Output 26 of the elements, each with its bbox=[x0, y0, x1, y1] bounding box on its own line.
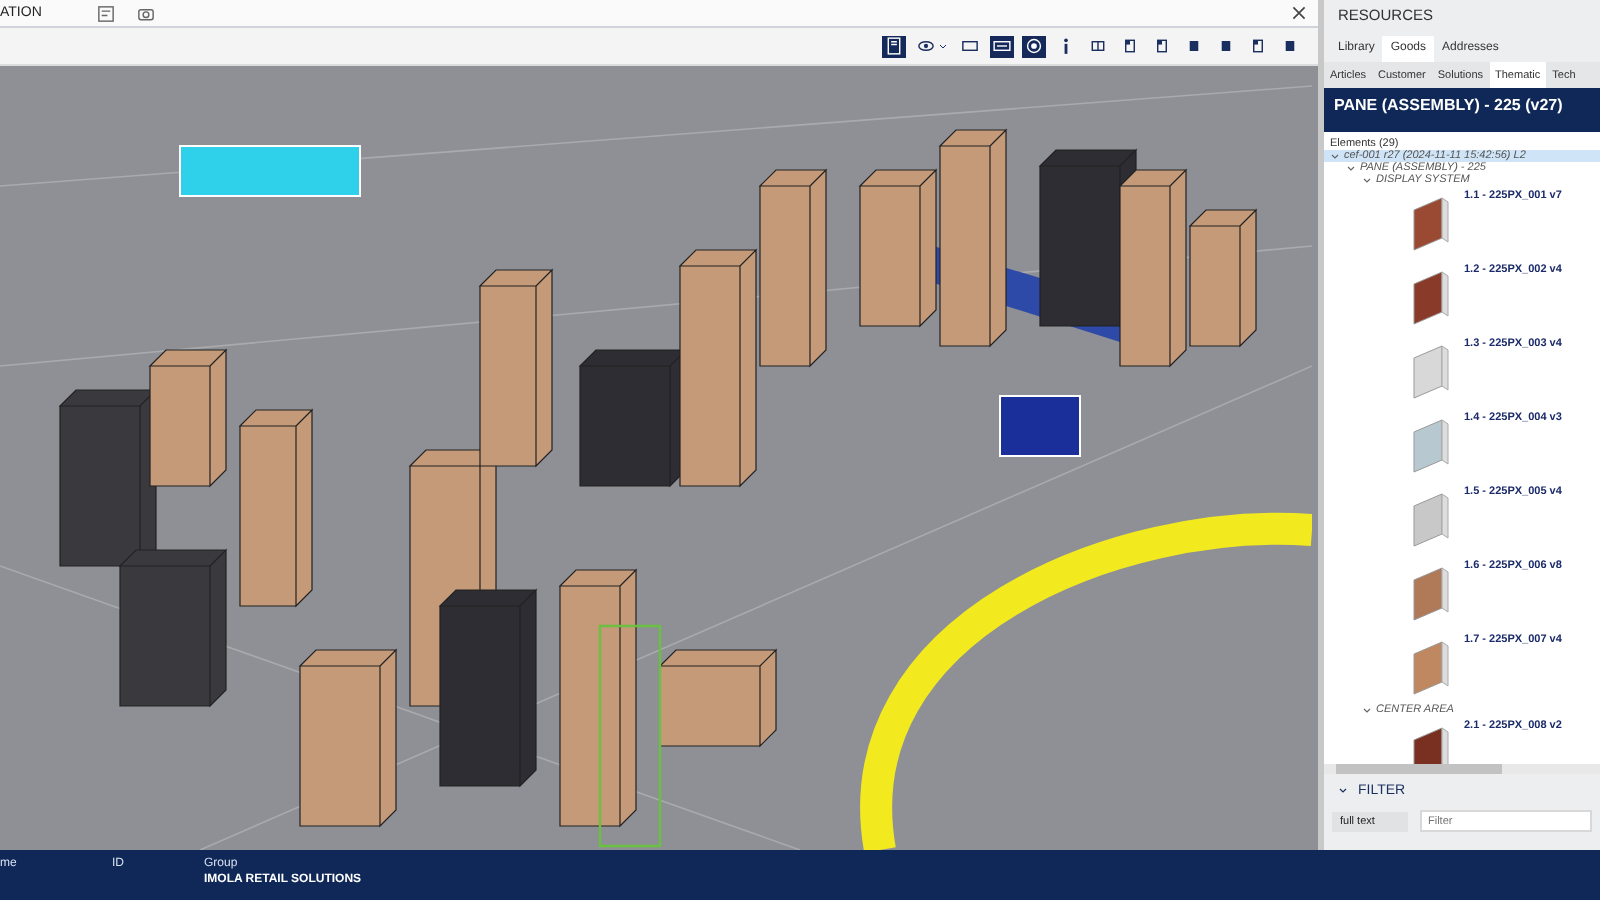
panel-icon bbox=[1088, 36, 1108, 56]
page-icon bbox=[1120, 36, 1140, 56]
toolbar-button[interactable] bbox=[1022, 35, 1046, 57]
close-icon bbox=[1292, 6, 1306, 20]
chevron-icon[interactable] bbox=[1362, 705, 1372, 715]
scrollbar-thumb[interactable] bbox=[1336, 764, 1502, 774]
form-icon bbox=[95, 3, 116, 23]
page-icon bbox=[1248, 36, 1268, 56]
width-icon bbox=[992, 36, 1012, 56]
square-icon bbox=[1216, 36, 1236, 56]
title-action-button[interactable] bbox=[93, 2, 118, 24]
camera-icon bbox=[135, 3, 156, 23]
chevron-icon[interactable] bbox=[1362, 175, 1372, 185]
frame-icon bbox=[960, 36, 980, 56]
chevron-icon[interactable] bbox=[1346, 163, 1356, 173]
square-icon bbox=[1184, 36, 1204, 56]
eye-icon bbox=[916, 36, 936, 56]
close-button[interactable] bbox=[1292, 6, 1306, 20]
chevron-icon[interactable] bbox=[1330, 151, 1340, 161]
toolbar-button[interactable] bbox=[958, 35, 982, 57]
target-icon bbox=[1024, 36, 1044, 56]
assembly-heading: PANE (ASSEMBLY) - 225 (v27) bbox=[1324, 88, 1600, 132]
toolbar-button[interactable] bbox=[1086, 35, 1110, 57]
square-icon bbox=[1280, 36, 1300, 56]
toolbar-button[interactable] bbox=[990, 35, 1014, 57]
page-icon bbox=[1152, 36, 1172, 56]
